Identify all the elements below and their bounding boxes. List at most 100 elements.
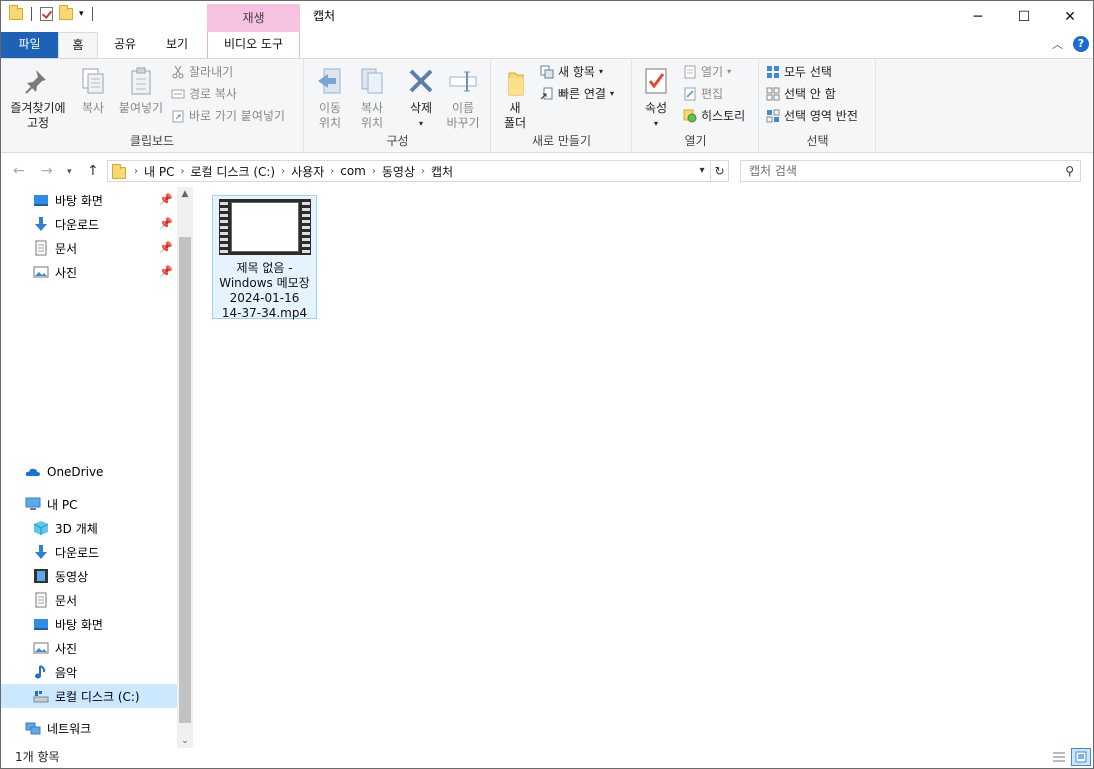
chevron-right-icon[interactable]: › [372,166,376,177]
nav-pictures[interactable]: 사진 [1,636,177,660]
history-button[interactable]: 히스토리 [683,108,745,124]
chevron-right-icon[interactable]: › [134,166,138,177]
tab-video-tools[interactable]: 비디오 도구 [207,32,300,58]
nav-music[interactable]: 음악 [1,660,177,684]
easy-access-dropdown-icon[interactable]: ▾ [610,86,614,102]
open-dropdown-icon[interactable]: ▾ [727,64,731,80]
tab-file[interactable]: 파일 [1,32,58,58]
group-label-organize: 구성 [386,134,409,148]
nav-documents[interactable]: 문서 [1,588,177,612]
minimize-button[interactable]: ─ [955,1,1001,32]
paste-button[interactable]: 붙여넣기 [115,65,167,116]
cut-button[interactable]: 잘라내기 [171,64,233,80]
nav-quick-documents[interactable]: 문서 📌 [1,236,177,260]
new-folder-button[interactable]: 새 폴더 [498,65,532,131]
open-label: 열기 [701,65,724,79]
breadcrumb-capture[interactable]: 캡처 [431,163,453,180]
select-none-button[interactable]: 선택 안 함 [766,86,836,102]
context-tab-play[interactable]: 재생 [207,4,300,32]
scroll-down-icon[interactable]: ⌄ [177,736,193,746]
easy-access-button[interactable]: 빠른 연결 ▾ [540,86,614,102]
nav-item-label: 음악 [55,665,78,680]
properties-button[interactable]: 속성 ▾ [639,65,673,131]
move-to-button[interactable]: 이동 위치 [311,65,349,131]
download-icon [33,544,49,560]
copy-path-icon [171,87,185,101]
chevron-right-icon[interactable]: › [421,166,425,177]
properties-dropdown-icon[interactable]: ▾ [639,116,673,131]
edit-button[interactable]: 편집 [683,86,723,102]
nav-quick-pictures[interactable]: 사진 📌 [1,260,177,284]
copy-path-button[interactable]: 경로 복사 [171,86,237,102]
music-icon [33,664,49,680]
pin-quick-access-button[interactable]: 즐겨찾기에 고정 [7,65,69,131]
back-arrow-icon[interactable]: ← [13,163,25,179]
delete-dropdown-icon[interactable]: ▾ [401,116,441,131]
close-button[interactable]: ✕ [1047,1,1093,32]
group-new: 새 폴더 새 항목 ▾ 빠른 연결 ▾ 새로 만들기 [492,59,632,153]
rename-button[interactable]: 이름 바꾸기 [443,65,483,131]
refresh-icon[interactable]: ↻ [711,160,729,182]
new-item-dropdown-icon[interactable]: ▾ [599,64,603,80]
new-item-button[interactable]: 새 항목 ▾ [540,64,603,80]
help-icon[interactable]: ? [1073,36,1089,52]
chevron-right-icon[interactable]: › [281,166,285,177]
maximize-button[interactable]: ☐ [1001,1,1047,32]
address-dropdown-icon[interactable]: ▾ [693,160,711,182]
copy-to-button[interactable]: 복사 위치 [353,65,391,131]
tab-share[interactable]: 공유 [105,32,145,58]
scrollbar-thumb[interactable] [179,237,191,723]
pin-icon[interactable]: 📌 [159,217,173,230]
file-name: 제목 없음 - Windows 메모장 2024-01-16 14-37-34.… [213,261,316,321]
nav-quick-downloads[interactable]: 다운로드 📌 [1,212,177,236]
breadcrumb-videos[interactable]: 동영상 [382,163,415,180]
customize-qat-dropdown-icon[interactable]: ▾ [79,8,84,20]
up-arrow-icon[interactable]: ↑ [87,163,99,179]
nav-item-label: 네트워크 [47,721,92,736]
nav-this-pc[interactable]: 내 PC [1,492,177,516]
pin-icon[interactable]: 📌 [159,241,173,254]
breadcrumb-this-pc[interactable]: 내 PC [144,163,174,180]
details-view-icon[interactable] [1049,748,1069,766]
address-bar[interactable]: › 내 PC › 로컬 디스크 (C:) › 사용자 › com › 동영상 ›… [107,160,711,182]
large-icons-view-icon[interactable] [1071,748,1091,766]
new-folder-qat-icon[interactable] [59,5,73,20]
select-all-button[interactable]: 모두 선택 [766,64,832,80]
chevron-right-icon[interactable]: › [180,166,184,177]
file-item[interactable]: 제목 없음 - Windows 메모장 2024-01-16 14-37-34.… [212,195,317,321]
nav-item-label: 바탕 화면 [55,193,103,208]
nav-quick-desktop[interactable]: 바탕 화면 📌 [1,188,177,212]
breadcrumb-users[interactable]: 사용자 [291,163,324,180]
tab-home[interactable]: 홈 [58,32,98,59]
nav-onedrive[interactable]: OneDrive [1,460,177,484]
nav-item-label: 문서 [55,593,78,608]
nav-item-label: 다운로드 [55,217,100,232]
copy-button[interactable]: 복사 [75,65,111,116]
nav-videos[interactable]: 동영상 [1,564,177,588]
nav-scrollbar[interactable]: ▲ ⌄ [177,187,193,748]
forward-arrow-icon[interactable]: → [41,163,53,179]
nav-desktop[interactable]: 바탕 화면 [1,612,177,636]
new-folder-icon [499,65,531,97]
search-box[interactable]: 캡처 검색 ⚲ [740,160,1081,182]
properties-qat-icon[interactable] [40,7,53,21]
nav-network[interactable]: 네트워크 [1,716,177,740]
paste-shortcut-button[interactable]: 바로 가기 붙여넣기 [171,108,285,124]
breadcrumb-local-disk[interactable]: 로컬 디스크 (C:) [190,163,275,180]
delete-button[interactable]: 삭제 ▾ [401,65,441,131]
pin-icon[interactable]: 📌 [159,265,173,278]
collapse-ribbon-icon[interactable]: ︿ [1052,36,1063,52]
pin-icon[interactable]: 📌 [159,193,173,206]
open-button[interactable]: 열기 ▾ [683,64,731,80]
ribbon: 즐겨찾기에 고정 복사 붙여넣기 잘라내기 경로 복사 바로 가기 붙여넣기 클… [1,58,1093,153]
invert-selection-button[interactable]: 선택 영역 반전 [766,108,858,124]
nav-3d-objects[interactable]: 3D 개체 [1,516,177,540]
tab-view[interactable]: 보기 [157,32,197,58]
cut-label: 잘라내기 [189,65,234,79]
chevron-right-icon[interactable]: › [330,166,334,177]
nav-local-disk[interactable]: 로컬 디스크 (C:) [1,684,177,708]
recent-locations-chevron-icon[interactable]: ▾ [67,167,72,177]
scroll-up-icon[interactable]: ▲ [177,189,193,199]
nav-downloads[interactable]: 다운로드 [1,540,177,564]
breadcrumb-com[interactable]: com [340,164,366,178]
